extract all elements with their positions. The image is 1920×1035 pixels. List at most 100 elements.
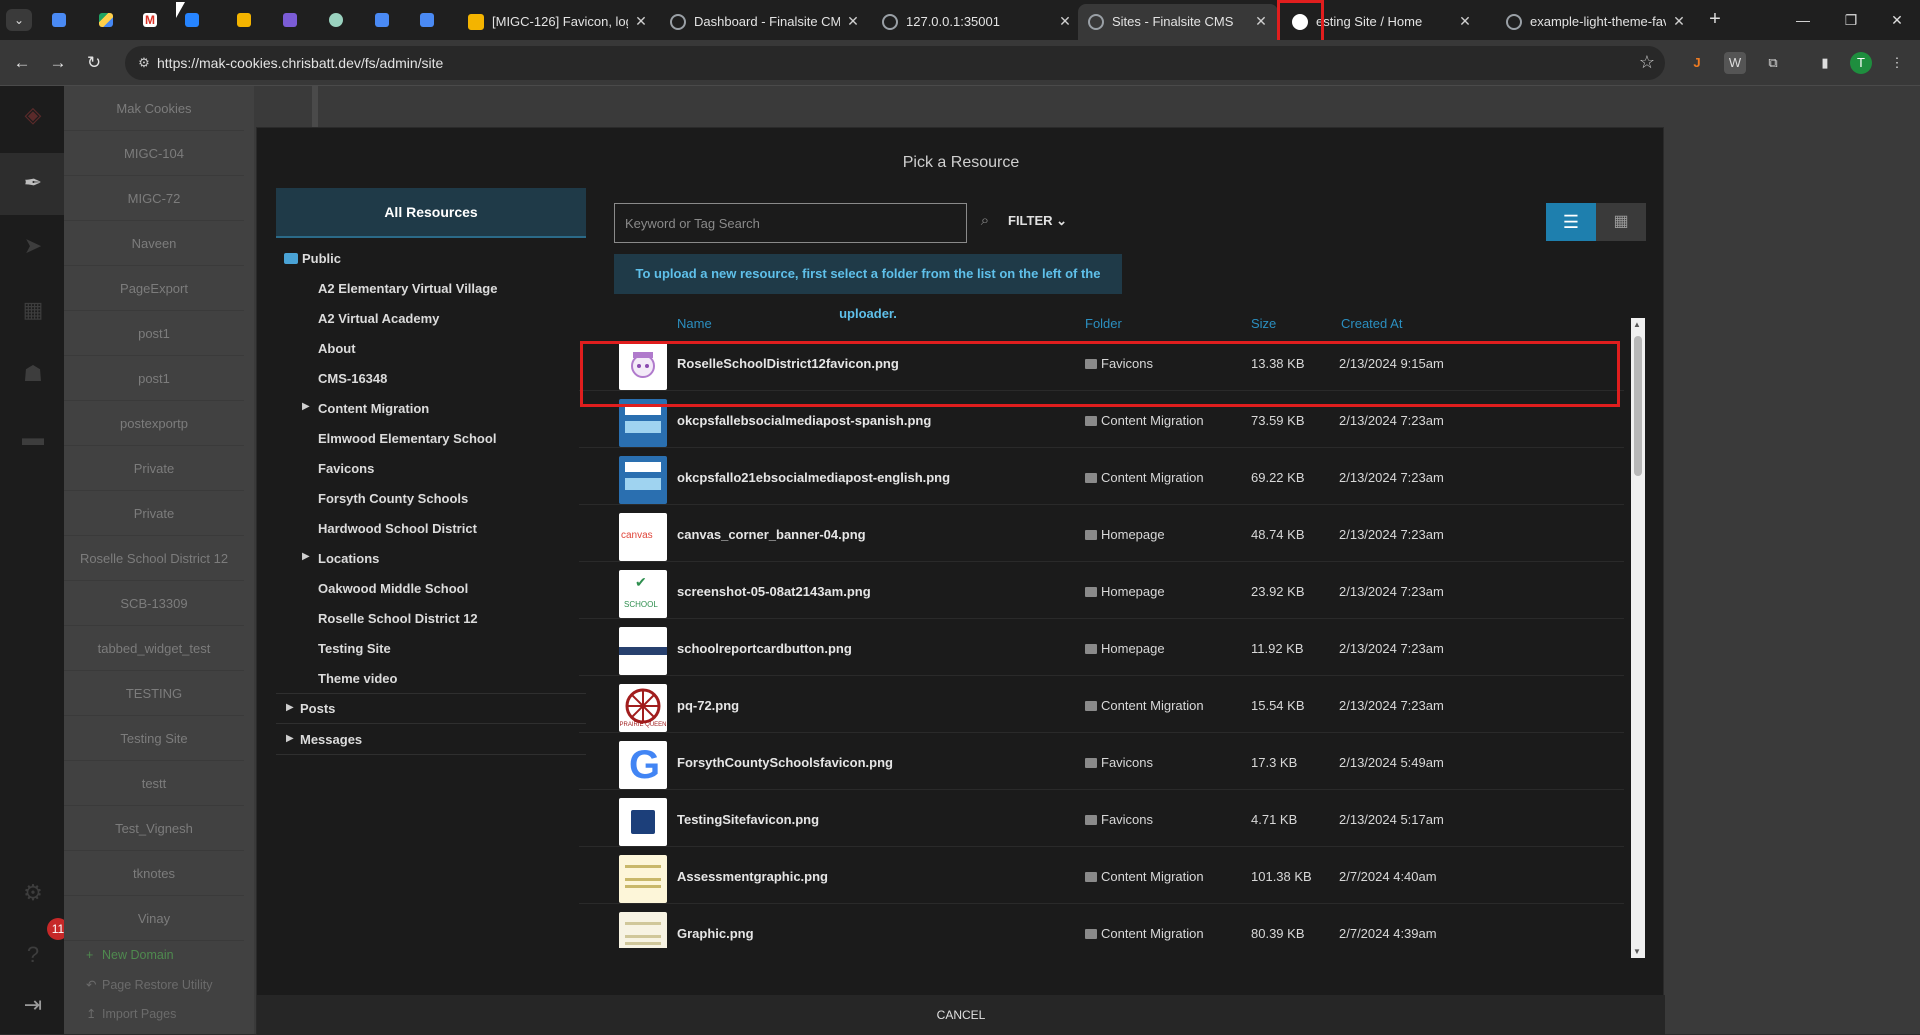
site-item[interactable]: testt xyxy=(64,761,244,806)
close-tab-icon[interactable]: ✕ xyxy=(1670,12,1688,30)
site-item[interactable]: TESTING xyxy=(64,671,244,716)
import-pages-link[interactable]: ↥ Import Pages xyxy=(86,1006,176,1021)
close-tab-icon[interactable]: ✕ xyxy=(844,12,862,30)
close-tab-icon[interactable]: ✕ xyxy=(1456,12,1474,30)
expand-arrow-icon[interactable]: ▶ xyxy=(302,401,310,412)
search-input[interactable] xyxy=(625,213,955,233)
site-item[interactable]: tknotes xyxy=(64,851,244,896)
cancel-button[interactable]: CANCEL xyxy=(937,1008,986,1022)
restore-button[interactable]: ❐ xyxy=(1828,6,1874,34)
dashboard-icon[interactable]: ▦ xyxy=(20,297,46,323)
site-item[interactable]: SCB-13309 xyxy=(64,581,244,626)
pinned-tab-docs-3[interactable] xyxy=(415,8,439,32)
site-info-icon[interactable]: ⚙ xyxy=(135,55,153,71)
tree-node[interactable]: Forsyth County Schools xyxy=(318,491,468,506)
pinned-tab-docs[interactable] xyxy=(47,8,71,32)
site-item[interactable]: MIGC-72 xyxy=(64,176,244,221)
finalsite-logo-icon[interactable]: ◈ xyxy=(20,102,46,128)
forward-button[interactable]: → xyxy=(44,49,72,77)
tree-node[interactable]: Roselle School District 12 xyxy=(318,611,478,626)
expand-arrow-icon[interactable]: ▶ xyxy=(302,551,310,562)
site-item[interactable]: Vinay xyxy=(64,896,244,941)
table-row[interactable]: okcpsfallebsocialmediapost-spanish.png C… xyxy=(579,391,1624,448)
site-item[interactable]: Roselle School District 12 xyxy=(64,536,244,581)
tree-node[interactable]: Theme video xyxy=(318,671,397,686)
gear-icon[interactable]: ⚙ xyxy=(20,880,46,906)
tab-jira-ticket[interactable]: [MIGC-126] Favicon, logo... ✕ xyxy=(458,4,658,40)
tree-node[interactable]: Oakwood Middle School xyxy=(318,581,468,596)
close-tab-icon[interactable]: ✕ xyxy=(632,12,650,30)
site-item[interactable]: Naveen xyxy=(64,221,244,266)
grid-view-button[interactable]: ▦ xyxy=(1596,203,1646,241)
column-header-size[interactable]: Size xyxy=(1251,316,1276,331)
site-item[interactable]: MIGC-104 xyxy=(64,131,244,176)
search-icon[interactable]: ⌕ xyxy=(975,212,995,232)
minimize-button[interactable]: — xyxy=(1780,6,1826,34)
tree-node[interactable]: CMS-16348 xyxy=(318,371,387,386)
tree-node-public[interactable]: Public xyxy=(284,251,341,266)
site-item[interactable]: Private xyxy=(64,491,244,536)
tree-node[interactable]: A2 Virtual Academy xyxy=(318,311,439,326)
extensions-puzzle-icon[interactable]: ⧉ xyxy=(1762,52,1784,74)
site-item[interactable]: tabbed_widget_test xyxy=(64,626,244,671)
reload-button[interactable]: ↻ xyxy=(80,49,108,77)
pinned-tab-slides[interactable] xyxy=(232,8,256,32)
new-tab-button[interactable]: + xyxy=(1703,8,1727,32)
table-row[interactable]: Assessmentgraphic.png Content Migration … xyxy=(579,847,1624,904)
column-header-name[interactable]: Name xyxy=(677,316,712,331)
table-scrollbar[interactable]: ▲ ▼ xyxy=(1631,318,1645,958)
site-item[interactable]: PageExport xyxy=(64,266,244,311)
tree-node[interactable]: A2 Elementary Virtual Village xyxy=(318,281,497,296)
scroll-down-arrow-icon[interactable]: ▼ xyxy=(1633,947,1641,956)
tab-example-theme[interactable]: example-light-theme-fav... ✕ xyxy=(1496,4,1696,40)
site-item[interactable]: Private xyxy=(64,446,244,491)
column-header-created-at[interactable]: Created At xyxy=(1341,316,1402,331)
tree-node[interactable]: Content Migration xyxy=(318,401,429,416)
table-row[interactable]: PRAIRIE QUEEN pq-72.png Content Migratio… xyxy=(579,676,1624,733)
site-item[interactable]: post1 xyxy=(64,356,244,401)
help-icon[interactable]: ? xyxy=(20,942,46,968)
folder-icon[interactable]: ▬ xyxy=(20,425,46,451)
paper-plane-icon[interactable]: ➤ xyxy=(20,233,46,259)
extension-w-icon[interactable]: W xyxy=(1724,52,1746,74)
site-item[interactable]: Mak Cookies xyxy=(64,86,244,131)
extension-j-icon[interactable]: J xyxy=(1686,52,1708,74)
close-tab-icon[interactable]: ✕ xyxy=(1252,12,1270,30)
side-panel-icon[interactable]: ▮ xyxy=(1814,52,1836,74)
table-row[interactable]: RoselleSchoolDistrict12favicon.png Favic… xyxy=(579,334,1624,391)
table-row[interactable]: okcpsfallo21ebsocialmediapost-english.pn… xyxy=(579,448,1624,505)
scroll-up-arrow-icon[interactable]: ▲ xyxy=(1633,320,1641,329)
back-button[interactable]: ← xyxy=(8,49,36,77)
tab-search-button[interactable]: ⌄ xyxy=(6,9,32,31)
pinned-tab-chatgpt[interactable] xyxy=(324,8,348,32)
pinned-tab-docs-2[interactable] xyxy=(370,8,394,32)
list-view-button[interactable]: ☰ xyxy=(1546,203,1596,241)
logout-icon[interactable]: ⇥ xyxy=(20,992,46,1018)
tree-node[interactable]: Testing Site xyxy=(318,641,391,656)
pinned-tab-app[interactable] xyxy=(278,8,302,32)
close-window-button[interactable]: ✕ xyxy=(1874,6,1920,34)
tree-node-posts[interactable]: Posts xyxy=(300,701,335,716)
pinned-tab-drive[interactable] xyxy=(94,8,118,32)
filter-dropdown[interactable]: FILTER ⌄ xyxy=(1008,213,1067,229)
site-item[interactable]: Testing Site xyxy=(64,716,244,761)
table-row[interactable]: TestingSitefavicon.png Favicons 4.71 KB … xyxy=(579,790,1624,847)
site-item[interactable]: Test_Vignesh xyxy=(64,806,244,851)
tab-sites-active[interactable]: Sites - Finalsite CMS ✕ xyxy=(1078,4,1278,40)
new-domain-link[interactable]: + New Domain xyxy=(86,948,174,962)
close-tab-icon[interactable]: ✕ xyxy=(1056,12,1074,30)
scrollbar-thumb[interactable] xyxy=(1634,336,1642,476)
tree-node[interactable]: Elmwood Elementary School xyxy=(318,431,496,446)
all-resources-tab[interactable]: All Resources xyxy=(276,188,586,238)
expand-arrow-icon[interactable]: ▶ xyxy=(286,733,294,744)
table-row[interactable]: Graphic.png Content Migration 80.39 KB 2… xyxy=(579,904,1624,948)
tab-dashboard[interactable]: Dashboard - Finalsite CMS ✕ xyxy=(660,4,870,40)
tab-localhost[interactable]: 127.0.0.1:35001 ✕ xyxy=(872,4,1082,40)
tree-node[interactable]: Favicons xyxy=(318,461,374,476)
table-row[interactable]: G ForsythCountySchoolsfavicon.png Favico… xyxy=(579,733,1624,790)
site-item[interactable]: postexportp xyxy=(64,401,244,446)
table-row[interactable]: canvas canvas_corner_banner-04.png Homep… xyxy=(579,505,1624,562)
expand-arrow-icon[interactable]: ▶ xyxy=(286,702,294,713)
address-bar[interactable]: ⚙ https://mak-cookies.chrisbatt.dev/fs/a… xyxy=(125,46,1665,80)
pinned-tab-gmail[interactable]: M xyxy=(138,8,162,32)
